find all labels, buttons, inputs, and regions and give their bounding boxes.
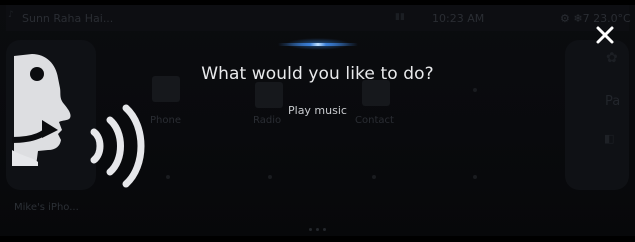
signal-icon: ▮▮ — [395, 12, 405, 22]
grid-dot — [473, 175, 477, 179]
head-unit-screen: ♪ Sunn Raha Hai... ▮▮ 10:23 AM ⚙ ❄7 23.0… — [0, 0, 635, 242]
grid-dot — [268, 175, 272, 179]
app-label-contact: Contact — [355, 115, 394, 126]
page-indicator-dot — [309, 228, 312, 231]
close-icon[interactable] — [593, 23, 617, 47]
bezel-bottom — [0, 236, 635, 242]
radio-app-icon — [255, 82, 283, 108]
grid-dot — [372, 175, 376, 179]
listening-indicator — [278, 43, 358, 46]
voice-suggestion[interactable]: Play music — [288, 104, 347, 117]
music-note-icon: ♪ — [8, 10, 14, 20]
grid-dot — [473, 88, 477, 92]
now-playing-track: Sunn Raha Hai... — [22, 12, 114, 25]
voice-prompt: What would you like to do? — [201, 64, 434, 84]
right-card-label: Pa — [605, 94, 621, 109]
right-card-icon: ◧ — [604, 132, 615, 145]
right-card — [565, 40, 629, 190]
grid-dot — [166, 175, 170, 179]
clock: 10:23 AM — [432, 12, 485, 25]
app-label-radio: Radio — [253, 115, 282, 126]
page-indicator-dot — [323, 228, 326, 231]
page-indicator-dot — [316, 228, 319, 231]
